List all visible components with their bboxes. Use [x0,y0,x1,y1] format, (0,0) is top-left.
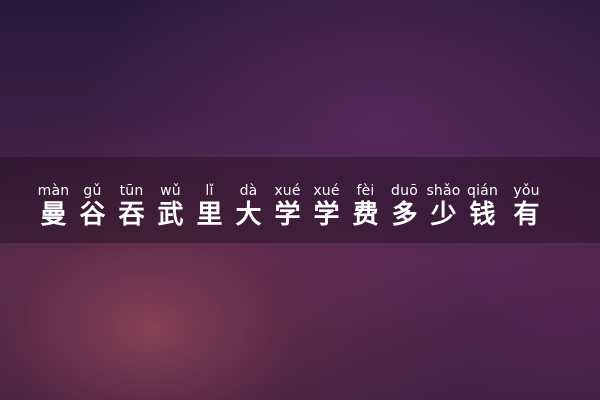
title-char: qián 钱 [465,183,500,231]
pinyin-title: màn 曼 gǔ 谷 tūn 吞 wǔ 武 lǐ 里 dà 大 xué 学 xu… [36,183,596,231]
title-char: dà 大 [231,183,266,231]
pinyin-text: lǐ [205,183,214,199]
title-char: xué 学 [270,183,305,231]
pinyin-text: tūn [119,183,144,199]
hanzi-text: 曼 [40,200,67,230]
hanzi-text: 里 [196,200,223,230]
title-char: lǐ 里 [192,183,227,231]
pinyin-text: duō [391,183,418,199]
pinyin-text: yǒu [513,183,540,199]
hanzi-text: 大 [235,200,262,230]
pinyin-text: dà [239,183,258,199]
title-char: màn 曼 [36,183,71,231]
hanzi-text: 谷 [79,200,106,230]
hanzi-text: 多 [391,200,418,230]
pinyin-text: fèi [356,183,375,199]
title-char: yǒu 有 [509,183,544,231]
hanzi-text: 武 [157,200,184,230]
pinyin-text: xué [313,183,340,199]
title-char: xué 学 [309,183,344,231]
title-char: duō 多 [387,183,422,231]
pinyin-text: qián [466,183,499,199]
hanzi-text: 学 [313,200,340,230]
hanzi-text: 有 [513,200,540,230]
pinyin-text: wǔ [160,183,181,199]
pinyin-text: shǎo [426,183,461,199]
title-char: shǎo 少 [426,183,461,231]
title-char: tūn 吞 [114,183,149,231]
hanzi-text: 学 [274,200,301,230]
title-char: fèi 费 [348,183,383,231]
hanzi-text: 少 [430,200,457,230]
title-char: wǔ 武 [153,183,188,231]
hanzi-text: 吞 [118,200,145,230]
pinyin-text: gǔ [83,183,102,199]
background-canvas: màn 曼 gǔ 谷 tūn 吞 wǔ 武 lǐ 里 dà 大 xué 学 xu… [0,0,600,400]
pinyin-text: màn [37,183,70,199]
title-char: gǔ 谷 [75,183,110,231]
pinyin-text: xué [274,183,301,199]
hanzi-text: 钱 [469,200,496,230]
hanzi-text: 费 [352,200,379,230]
